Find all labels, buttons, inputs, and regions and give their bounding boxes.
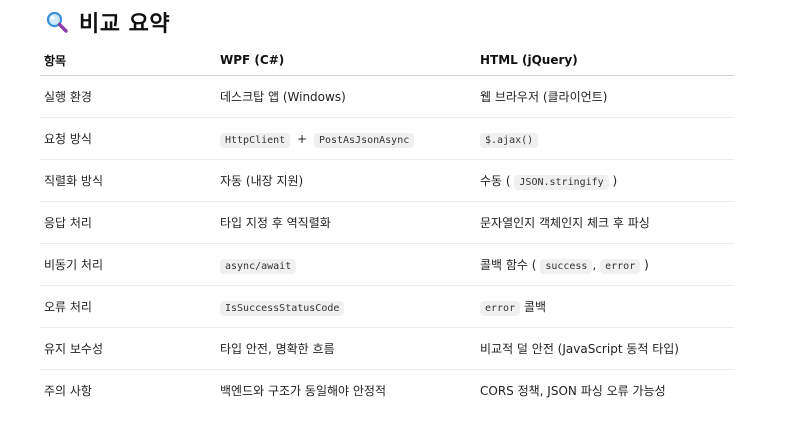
table-row: 응답 처리 타입 지정 후 역직렬화 문자열인지 객체인지 체크 후 파싱 bbox=[40, 201, 734, 244]
table-row: 요청 방식 HttpClient + PostAsJsonAsync $.aja… bbox=[40, 117, 734, 160]
cell-text: , bbox=[592, 258, 597, 272]
table-row: 실행 환경 데스크탑 앱 (Windows) 웹 브라우저 (클라이언트) bbox=[40, 75, 734, 118]
table-row: 유지 보수성 타입 안전, 명확한 흐름 비교적 덜 안전 (JavaScrip… bbox=[40, 327, 734, 370]
inline-code: async/await bbox=[220, 258, 297, 274]
cell-wpf: 백엔드와 구조가 동일해야 안정적 bbox=[220, 384, 387, 398]
inline-code: error bbox=[600, 259, 641, 274]
cell-wpf: 자동 (내장 지원) bbox=[216, 159, 476, 202]
cell-wpf: 타입 안전, 명확한 흐름 bbox=[216, 327, 476, 370]
cell-text: 콜백 함수 ( bbox=[480, 258, 537, 272]
cell-wpf: 타입 지정 후 역직렬화 bbox=[216, 201, 476, 244]
inline-code: IsSuccessStatusCode bbox=[220, 300, 345, 316]
cell-item: 직렬화 방식 bbox=[40, 159, 216, 202]
table-row: 비동기 처리 async/await 콜백 함수 ( success, erro… bbox=[40, 243, 734, 286]
cell-html: 수동 ( JSON.stringify ) bbox=[476, 159, 734, 202]
cell-item: 주의 사항 bbox=[44, 384, 92, 398]
cell-html: error 콜백 bbox=[476, 285, 734, 328]
page-title: 비교 요약 bbox=[79, 12, 171, 37]
cell-text: ) bbox=[644, 258, 649, 272]
inline-code: $.ajax() bbox=[480, 132, 539, 148]
cell-text: 수동 ( bbox=[480, 174, 511, 188]
cell-html: 비교적 덜 안전 (JavaScript 동적 타입) bbox=[476, 327, 734, 370]
cell-html: CORS 정책, JSON 파싱 오류 가능성 bbox=[480, 384, 666, 398]
inline-code: HttpClient bbox=[220, 132, 291, 148]
cell-item: 응답 처리 bbox=[40, 201, 216, 244]
cell-html: 콜백 함수 ( success, error ) bbox=[476, 243, 734, 286]
cell-wpf: 데스크탑 앱 (Windows) bbox=[216, 75, 476, 118]
inline-code: error bbox=[480, 301, 521, 316]
section-title: 비교 요약 bbox=[45, 6, 170, 38]
table-row: 주의 사항 백엔드와 구조가 동일해야 안정적 CORS 정책, JSON 파싱… bbox=[40, 370, 734, 412]
cell-item: 유지 보수성 bbox=[40, 327, 216, 370]
cell-text: ) bbox=[612, 174, 618, 188]
header-item: 항목 bbox=[40, 45, 216, 76]
inline-code: JSON.stringify bbox=[514, 175, 609, 190]
cell-item: 요청 방식 bbox=[40, 117, 216, 160]
cell-text: 콜백 bbox=[523, 300, 547, 314]
table-header-row: 항목 WPF (C#) HTML (jQuery) bbox=[40, 45, 734, 76]
cell-html: 웹 브라우저 (클라이언트) bbox=[476, 75, 734, 118]
cell-wpf: HttpClient + PostAsJsonAsync bbox=[216, 117, 476, 160]
cell-html: 문자열인지 객체인지 체크 후 파싱 bbox=[476, 201, 734, 244]
cell-wpf: IsSuccessStatusCode bbox=[216, 285, 476, 328]
table-row: 직렬화 방식 자동 (내장 지원) 수동 ( JSON.stringify ) bbox=[40, 159, 734, 202]
cell-wpf: async/await bbox=[216, 243, 476, 286]
comparison-table: 항목 WPF (C#) HTML (jQuery) 실행 환경 데스크탑 앱 (… bbox=[40, 45, 734, 411]
inline-code: PostAsJsonAsync bbox=[313, 132, 415, 148]
cell-html: $.ajax() bbox=[476, 117, 734, 160]
inline-code: success bbox=[540, 259, 593, 274]
plus-text: + bbox=[297, 131, 308, 146]
header-html: HTML (jQuery) bbox=[476, 45, 734, 76]
cell-item: 실행 환경 bbox=[40, 75, 216, 118]
table-row: 오류 처리 IsSuccessStatusCode error 콜백 bbox=[40, 285, 734, 328]
header-wpf: WPF (C#) bbox=[216, 45, 476, 76]
cell-item: 오류 처리 bbox=[40, 285, 216, 328]
cell-item: 비동기 처리 bbox=[40, 243, 216, 286]
magnifying-glass-icon bbox=[45, 10, 69, 34]
